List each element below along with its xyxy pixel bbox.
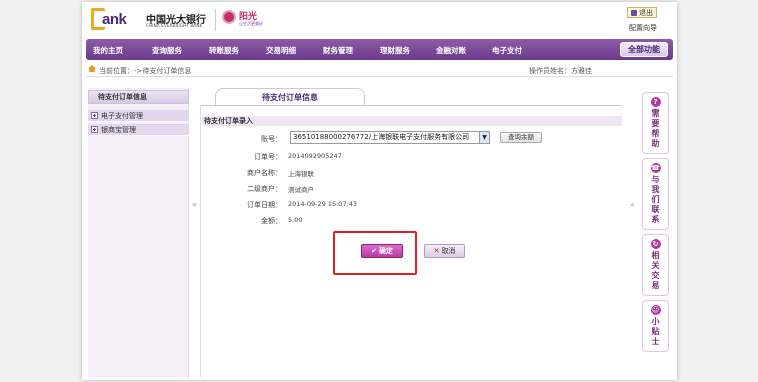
breadcrumb: 当前位置：->待支付订单信息 操作员姓名：方雅佳 [86, 62, 673, 77]
brand-subtitle: 让生活更美好 [239, 21, 263, 26]
nav-item-finance[interactable]: 财务管理 [323, 45, 353, 56]
help-card-contact-us[interactable]: ☎ 与 我 们 联 系 [642, 158, 669, 230]
header: ank 中国光大银行 CHINA EVERBRIGHT BANK 阳光 让生活更… [82, 2, 677, 38]
order-no-value: 2014092905247 [288, 152, 342, 160]
order-date-value: 2014-09-29 15:07:43 [288, 200, 358, 208]
query-balance-button[interactable]: 查询余额 [500, 132, 542, 143]
account-select-value: 36510188000276772/上海银联电子支付服务有限公司 [293, 133, 470, 141]
confirm-button[interactable]: ✔ 确定 [361, 244, 403, 258]
help-card-tips[interactable]: ☺ 小 贴 士 [642, 300, 669, 352]
collapse-left-icon[interactable]: « [192, 200, 197, 209]
help-char: 贴 [651, 327, 660, 336]
help-card-need-help[interactable]: ? 需 要 帮 助 [642, 92, 669, 154]
cancel-button[interactable]: ✕ 取消 [424, 244, 465, 258]
sub-merchant-value: 测试商户 [288, 186, 314, 194]
question-icon: ? [650, 97, 661, 107]
sub-merchant-label: 二级商户： [247, 185, 282, 193]
merchant-value: 上海银联 [288, 170, 314, 178]
right-help-bar: ? 需 要 帮 助 ☎ 与 我 们 联 系 ↻ 相 关 交 易 ☺ 小 贴 士 [639, 88, 673, 378]
left-sidebar: 待支付订单信息 电子支付管理 银商宝管理 [88, 88, 189, 378]
cancel-label: 取消 [441, 247, 456, 255]
header-divider [215, 9, 216, 31]
account-select[interactable]: 36510188000276772/上海银联电子支付服务有限公司 ▼ [290, 131, 490, 144]
amount-value: 5.00 [288, 216, 303, 224]
help-char: 们 [651, 195, 660, 204]
expand-icon [91, 112, 98, 119]
nav-item-wealth[interactable]: 理财服务 [380, 45, 410, 56]
order-date-label: 订单日期： [247, 201, 282, 209]
home-icon[interactable] [88, 65, 96, 72]
confirm-label: 确定 [378, 247, 393, 255]
help-char: 助 [651, 139, 660, 148]
all-functions-button[interactable]: 全部功能 [620, 42, 668, 57]
help-char: 帮 [651, 129, 660, 138]
panel-divider [200, 105, 622, 106]
section-title: 待支付订单录入 [202, 116, 622, 126]
help-card-related-transactions[interactable]: ↻ 相 关 交 易 [642, 234, 669, 296]
app-frame: ank 中国光大银行 CHINA EVERBRIGHT BANK 阳光 让生活更… [82, 2, 677, 380]
exit-label: 退出 [639, 8, 653, 17]
help-char: 易 [651, 281, 660, 290]
help-char: 小 [651, 317, 660, 326]
help-char: 需 [651, 109, 660, 118]
sidebar-item-yinshangbao[interactable]: 银商宝管理 [88, 124, 189, 136]
order-no-label: 订单号： [254, 153, 282, 161]
nav-item-reconcile[interactable]: 金融对账 [436, 45, 466, 56]
sidebar-item-epay-management[interactable]: 电子支付管理 [88, 110, 189, 122]
account-label: 账号： [261, 135, 282, 143]
help-char: 相 [651, 251, 660, 260]
sidebar-title[interactable]: 待支付订单信息 [88, 90, 189, 104]
main-nav: 我的主页 查询服务 转账服务 交易明细 财务管理 理财服务 金融对账 电子支付 … [86, 39, 673, 60]
exit-icon [631, 9, 637, 16]
nav-item-transfer[interactable]: 转账服务 [209, 45, 239, 56]
sidebar-item-label: 银商宝管理 [101, 125, 136, 134]
panel-left-border [200, 105, 201, 377]
phone-icon: ☎ [650, 163, 661, 173]
breadcrumb-text: 当前位置：->待支付订单信息 [99, 67, 192, 75]
amount-label: 金额： [261, 217, 282, 225]
chevron-down-icon[interactable]: ▼ [479, 132, 489, 143]
bank-name-en: CHINA EVERBRIGHT BANK [146, 23, 203, 28]
tab-pending-orders[interactable]: 待支付订单信息 [215, 88, 365, 106]
help-char: 交 [651, 271, 660, 280]
brand-badge-icon [222, 10, 236, 24]
help-char: 关 [651, 261, 660, 270]
refresh-icon: ↻ [650, 239, 661, 249]
nav-item-home[interactable]: 我的主页 [93, 45, 123, 56]
nav-item-epay[interactable]: 电子支付 [492, 45, 522, 56]
collapse-right-icon[interactable]: « [630, 200, 635, 209]
exit-button[interactable]: 退出 [627, 7, 657, 18]
help-char: 系 [651, 215, 660, 224]
smile-icon: ☺ [650, 305, 661, 315]
nav-item-transactions[interactable]: 交易明细 [266, 45, 296, 56]
help-char: 联 [651, 205, 660, 214]
help-char: 我 [651, 185, 660, 194]
help-char: 与 [651, 175, 660, 184]
close-icon: ✕ [433, 247, 440, 255]
help-char: 士 [651, 337, 660, 346]
sidebar-item-label: 电子支付管理 [101, 111, 143, 120]
expand-icon [91, 126, 98, 133]
help-char: 要 [651, 119, 660, 128]
operator-name: 操作员姓名：方雅佳 [529, 67, 592, 75]
nav-item-query[interactable]: 查询服务 [152, 45, 182, 56]
help-link[interactable]: 配置向导 [629, 23, 657, 33]
merchant-label: 商户名称： [247, 169, 282, 177]
logo-text: ank [102, 11, 127, 28]
check-icon: ✔ [371, 247, 377, 255]
